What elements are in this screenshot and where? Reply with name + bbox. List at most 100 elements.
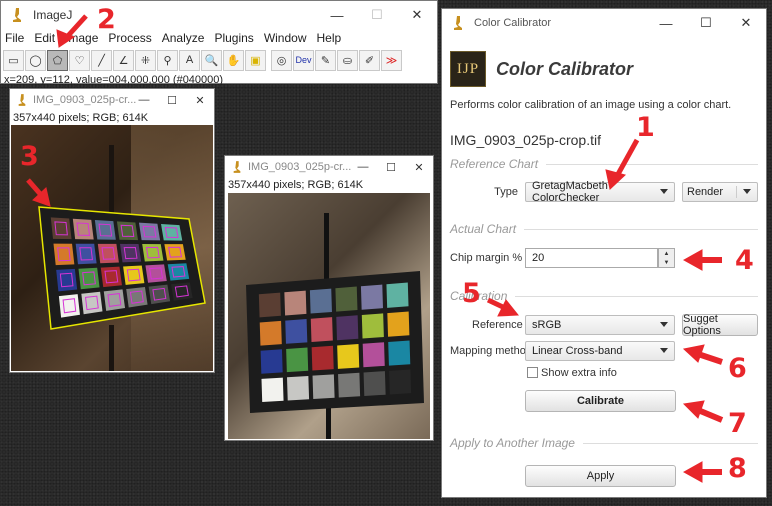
point-tool-icon[interactable]: ⁜: [135, 49, 156, 71]
color-picker-tool-icon[interactable]: ▣: [245, 49, 266, 71]
color-chip: [120, 243, 142, 263]
pencil-tool-icon[interactable]: ✐: [359, 49, 380, 71]
chart-type-value: GretagMacbeth ColorChecker: [532, 180, 608, 204]
minimize-icon[interactable]: —: [646, 9, 686, 37]
close-icon[interactable]: ✕: [726, 9, 766, 37]
imagej-toolbar: ▭ ◯ ⬠ ♡ ╱ ∠ ⁜ ⚲ A 🔍 ✋ ▣ ◎ Dev ✎ ⛀ ✐ ≫: [1, 47, 437, 73]
imagej-window: ImageJ — ☐ ✕ File Edit Image Process Ana…: [0, 0, 438, 86]
color-chip: [386, 282, 409, 308]
color-chip: [116, 221, 138, 241]
image-canvas-1[interactable]: [11, 125, 213, 371]
chevron-down-icon: [660, 189, 668, 194]
color-chip: [312, 374, 335, 399]
color-chip: [148, 284, 171, 305]
annotation-number-7: 7: [728, 408, 747, 439]
color-chip: [81, 291, 103, 315]
calibrate-button[interactable]: Calibrate: [525, 390, 676, 412]
maximize-icon[interactable]: ☐: [158, 89, 186, 111]
imagej-microscope-icon: [9, 7, 25, 23]
color-chip: [123, 265, 145, 285]
freehand-tool-icon[interactable]: ♡: [69, 49, 90, 71]
calibrator-heading: Color Calibrator: [496, 58, 634, 79]
imagej-titlebar[interactable]: ImageJ — ☐ ✕: [1, 1, 437, 29]
show-extra-info-checkbox[interactable]: [527, 367, 538, 378]
apply-button[interactable]: Apply: [525, 465, 676, 487]
color-chip: [260, 349, 283, 374]
image-info: 357x440 pixels; RGB; 614K: [228, 179, 364, 191]
maximize-icon[interactable]: ☐: [377, 156, 405, 178]
menu-help[interactable]: Help: [313, 31, 348, 45]
chip-margin-spinner[interactable]: ▲ ▼: [658, 248, 675, 268]
menu-window[interactable]: Window: [260, 31, 313, 45]
color-chip: [145, 264, 167, 283]
reference-value: sRGB: [532, 319, 562, 331]
color-chip: [97, 243, 119, 264]
annotation-number-6: 6: [728, 353, 747, 384]
wand-tool-icon[interactable]: ⚲: [157, 49, 178, 71]
reference-select[interactable]: sRGB: [525, 315, 675, 335]
render-select[interactable]: Render: [682, 182, 758, 202]
spinner-down-icon[interactable]: ▼: [659, 258, 674, 267]
brush-tool-icon[interactable]: ✎: [315, 49, 336, 71]
show-extra-info-label[interactable]: Show extra info: [541, 367, 617, 379]
suggest-options-button[interactable]: Sugget Options: [682, 313, 758, 337]
dev-tool-icon[interactable]: Dev: [293, 49, 314, 71]
section-calibration: Calibration: [450, 289, 758, 303]
image-window-1-title: IMG_0903_025p-cr...: [33, 94, 137, 106]
color-chip: [287, 375, 310, 401]
render-value: Render: [687, 186, 724, 198]
maximize-icon[interactable]: ☐: [357, 1, 397, 29]
annotation-number-1: 1: [636, 112, 655, 143]
image-window-2-titlebar[interactable]: IMG_0903_025p-cr... — ☐ ✕: [225, 156, 433, 178]
line-tool-icon[interactable]: ╱: [91, 49, 112, 71]
color-chip: [309, 288, 332, 314]
ijp-logo: IJP: [450, 51, 486, 87]
maximize-icon[interactable]: ☐: [686, 9, 726, 37]
color-chip: [164, 244, 186, 261]
menu-plugins[interactable]: Plugins: [210, 31, 259, 45]
color-chip: [50, 217, 72, 240]
color-chip: [310, 317, 333, 343]
flood-fill-tool-icon[interactable]: ⛀: [337, 49, 358, 71]
polygon-tool-icon[interactable]: ⬠: [47, 49, 68, 71]
menu-file[interactable]: File: [1, 31, 30, 45]
oval-tool-icon[interactable]: ◯: [25, 49, 46, 71]
minimize-icon[interactable]: —: [130, 89, 158, 111]
color-chip: [100, 266, 122, 288]
imagej-menubar: File Edit Image Process Analyze Plugins …: [1, 29, 437, 47]
section-actual-chart: Actual Chart: [450, 222, 758, 236]
color-chip: [389, 369, 412, 395]
magnifier-tool-icon[interactable]: 🔍: [201, 49, 222, 71]
chip-margin-label: Chip margin %: [450, 252, 523, 264]
angle-tool-icon[interactable]: ∠: [113, 49, 134, 71]
color-chip: [258, 292, 281, 318]
zoom-tool-icon[interactable]: ◎: [271, 49, 292, 71]
mapping-method-value: Linear Cross-band: [532, 345, 623, 357]
menu-edit[interactable]: Edit: [30, 31, 61, 45]
minimize-icon[interactable]: —: [317, 1, 357, 29]
close-icon[interactable]: ✕: [397, 1, 437, 29]
annotation-number-5: 5: [462, 278, 481, 309]
annotation-number-4: 4: [735, 245, 754, 276]
menu-analyze[interactable]: Analyze: [158, 31, 211, 45]
spinner-up-icon[interactable]: ▲: [659, 249, 674, 258]
color-chip: [138, 222, 161, 241]
chart-type-select[interactable]: GretagMacbeth ColorChecker: [525, 180, 675, 204]
text-tool-icon[interactable]: A: [179, 49, 200, 71]
rectangle-tool-icon[interactable]: ▭: [3, 49, 24, 71]
color-chip: [126, 287, 148, 308]
minimize-icon[interactable]: —: [349, 156, 377, 178]
color-chip: [338, 372, 361, 398]
image-canvas-2[interactable]: [228, 193, 430, 439]
close-icon[interactable]: ✕: [186, 89, 214, 111]
calibrator-titlebar[interactable]: Color Calibrator — ☐ ✕: [442, 9, 766, 37]
color-chip: [167, 263, 190, 281]
mapping-method-select[interactable]: Linear Cross-band: [525, 341, 675, 361]
chip-margin-input[interactable]: 20: [525, 248, 658, 268]
image-window-1-titlebar[interactable]: IMG_0903_025p-cr... — ☐ ✕: [10, 89, 214, 111]
hand-tool-icon[interactable]: ✋: [223, 49, 244, 71]
more-tools-icon[interactable]: ≫: [381, 49, 402, 71]
imagej-microscope-icon: [229, 159, 245, 175]
close-icon[interactable]: ✕: [405, 156, 433, 178]
color-chip: [259, 320, 282, 346]
